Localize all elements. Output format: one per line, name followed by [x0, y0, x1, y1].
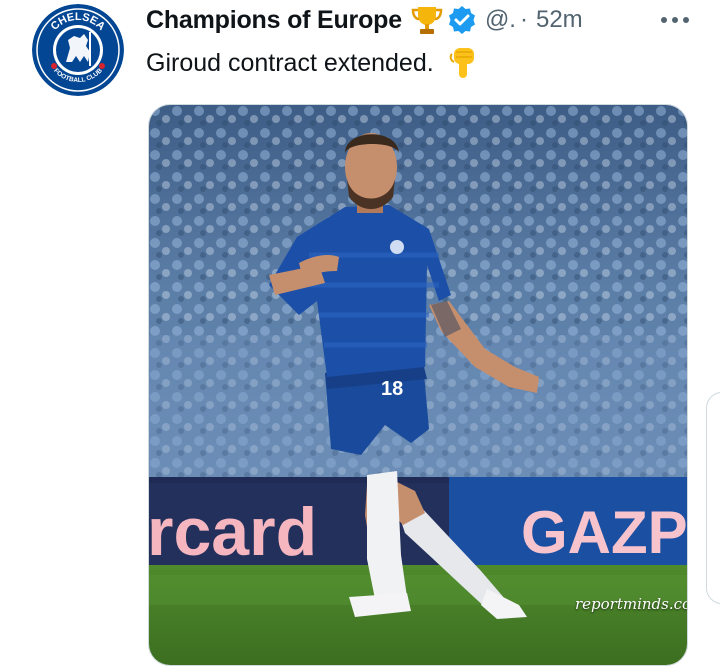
more-options-icon[interactable]: [650, 2, 690, 38]
backhand-index-pointing-down-icon: [446, 44, 480, 82]
timestamp[interactable]: 52m: [536, 6, 583, 34]
avatar[interactable]: CHELSEA FOOTBALL CLUB: [32, 4, 124, 96]
separator-dot: ·: [519, 6, 528, 33]
tweet-media-image[interactable]: rcard GAZP 18 reportminds.com: [148, 104, 688, 666]
verified-icon: [447, 5, 477, 35]
author-handle[interactable]: @.: [485, 6, 516, 34]
adjacent-card-edge: [706, 392, 720, 604]
watermark: reportminds.com: [575, 595, 687, 613]
svg-text:18: 18: [381, 378, 403, 400]
chelsea-crest-icon: CHELSEA FOOTBALL CLUB: [32, 4, 124, 96]
tweet-body: Giroud contract extended.: [146, 44, 480, 82]
svg-text:rcard: rcard: [149, 494, 317, 570]
trophy-icon: [410, 3, 444, 37]
tweet-header: Champions of Europe @. · 52m: [146, 2, 690, 38]
author-name[interactable]: Champions of Europe: [146, 6, 402, 35]
svg-text:GAZP: GAZP: [521, 499, 687, 566]
tweet-text: Giroud contract extended.: [146, 48, 434, 77]
player-photo: rcard GAZP 18: [149, 105, 687, 665]
